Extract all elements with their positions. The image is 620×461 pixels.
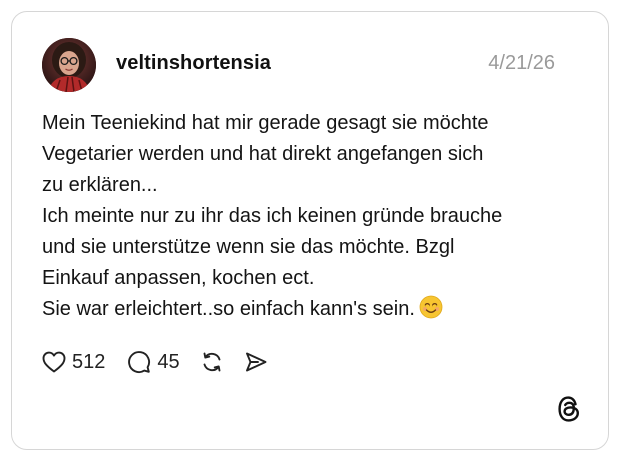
share-button[interactable]	[244, 350, 268, 374]
action-bar: 512 45	[42, 347, 268, 377]
post-text-line-content: Sie war erleichtert..so einfach kann's s…	[42, 298, 415, 320]
post-date: 4/21/26	[488, 52, 555, 74]
post-text-line: Mein Teeniekind hat mir gerade gesagt si…	[42, 112, 489, 134]
post-card: veltinshortensia 4/21/26 Mein Teeniekind…	[11, 11, 609, 450]
post-text-line: und sie unterstütze wenn sie das möchte.…	[42, 236, 455, 258]
post-text-line: Einkauf anpassen, kochen ect.	[42, 267, 315, 289]
repost-icon	[200, 350, 224, 374]
post-text-line: Ich meinte nur zu ihr das ich keinen grü…	[42, 205, 503, 227]
send-icon	[244, 350, 268, 374]
post-text-line: Vegetarier werden und hat direkt angefan…	[42, 143, 484, 165]
post-text: Mein Teeniekind hat mir gerade gesagt si…	[42, 108, 582, 325]
repost-button[interactable]	[200, 350, 224, 374]
post-text-line-last: Sie war erleichtert..so einfach kann's s…	[42, 294, 582, 325]
speech-bubble-icon	[127, 350, 151, 374]
smiling-face-emoji	[419, 295, 443, 319]
heart-icon	[42, 351, 66, 373]
like-count: 512	[72, 350, 106, 373]
avatar[interactable]	[42, 38, 96, 92]
like-button[interactable]: 512	[42, 351, 105, 374]
reply-count: 45	[157, 350, 180, 373]
reply-button[interactable]: 45	[127, 350, 180, 374]
threads-logo-icon[interactable]	[556, 395, 582, 423]
username[interactable]: veltinshortensia	[116, 52, 271, 75]
post-text-line: zu erklären...	[42, 174, 158, 196]
